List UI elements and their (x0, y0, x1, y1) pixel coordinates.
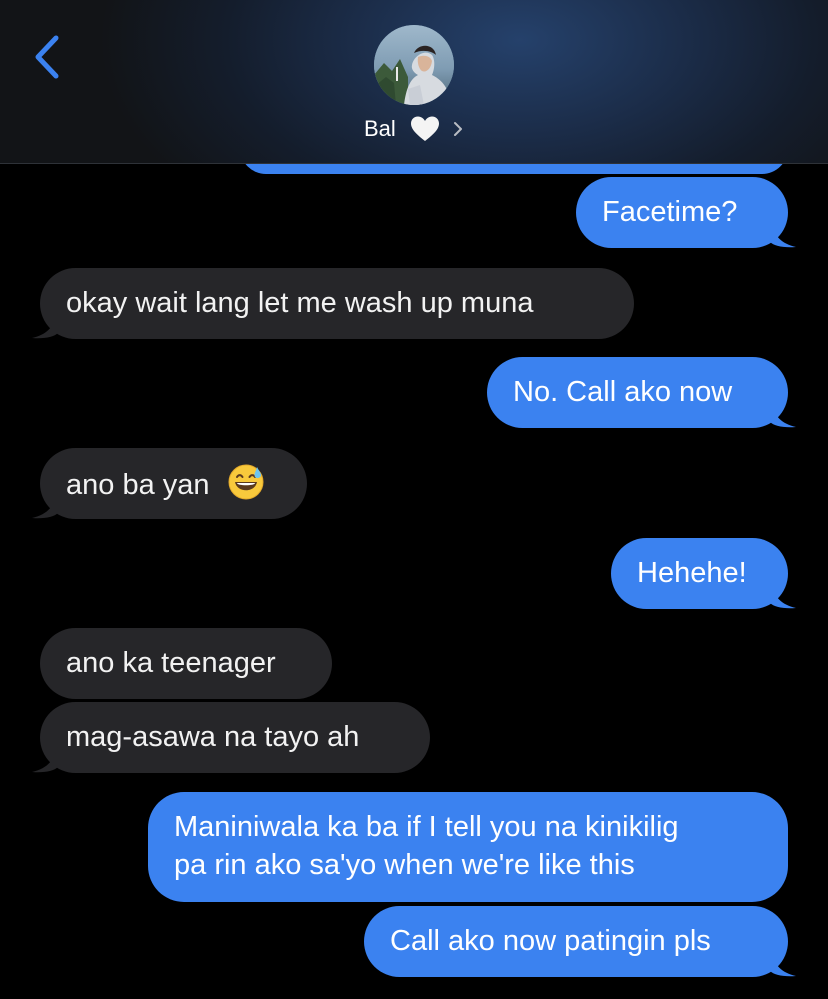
white-heart-icon (410, 116, 439, 142)
chevron-left-icon (35, 35, 59, 79)
message-bubble-sent[interactable]: Facetime? (576, 177, 788, 248)
message-bubble-received[interactable]: mag-asawa na tayo ah (40, 702, 430, 773)
message-bubble-sent[interactable]: Hehehe! (611, 538, 788, 609)
message-bubble-received[interactable]: ano ka teenager (40, 628, 332, 699)
bubble-tail (770, 583, 796, 609)
message-text: okay wait lang let me wash up muna (66, 287, 534, 319)
bubble-tail (770, 402, 796, 428)
message-text: mag-asawa na tayo ah (66, 721, 360, 753)
chevron-right-icon (454, 122, 463, 137)
message-bubble-received[interactable]: okay wait lang let me wash up muna (40, 268, 634, 339)
chat-screen: Bal Facetime? okay wait lang let me wash… (0, 0, 828, 999)
message-text: No. Call ako now (513, 376, 733, 408)
message-text: Call ako now patingin pls (390, 925, 711, 957)
message-bubble-sent[interactable]: Call ako now patingin pls (364, 906, 788, 977)
message-bubble-sent[interactable]: Maniniwala ka ba if I tell you na kiniki… (148, 792, 788, 902)
message-text: ano ka teenager (66, 647, 276, 679)
bubble-tail (32, 493, 58, 519)
contact-avatar[interactable] (374, 25, 454, 105)
message-text: Hehehe! (637, 557, 747, 589)
bubble-tail (770, 951, 796, 977)
message-text-line: pa rin ako sa'yo when we're like this (174, 849, 635, 881)
message-text: ano ba yan (66, 469, 210, 501)
bubble-tail (770, 222, 796, 248)
message-bubble-sent[interactable]: No. Call ako now (487, 357, 788, 428)
contact-name-button[interactable]: Bal (0, 112, 828, 145)
bubble-tail (32, 747, 58, 773)
message-bubble-received[interactable]: ano ba yan (40, 448, 307, 519)
message-text: Facetime? (602, 196, 738, 228)
message-text-line: Maniniwala ka ba if I tell you na kiniki… (174, 811, 679, 843)
grinning-face-with-sweat-icon (228, 464, 264, 500)
bubble-tail (32, 313, 58, 339)
conversation-header: Bal (0, 0, 828, 164)
avatar-photo (374, 25, 454, 105)
back-button[interactable] (28, 32, 68, 82)
contact-name: Bal (363, 116, 396, 142)
